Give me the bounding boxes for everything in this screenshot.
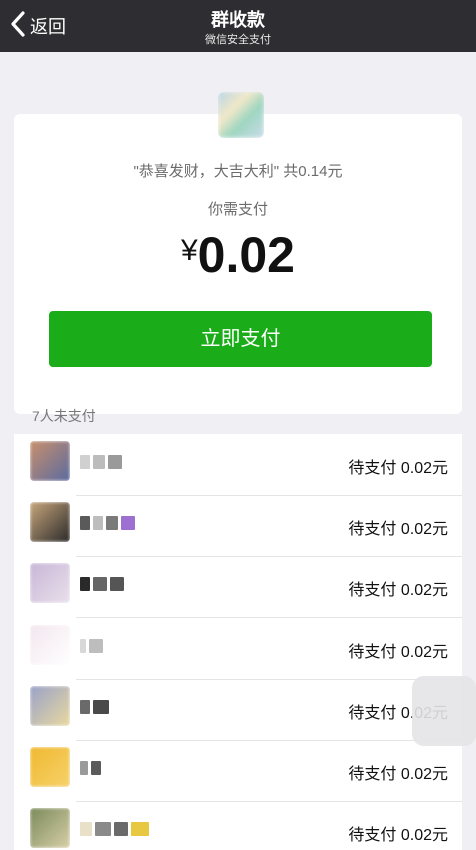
navigation-bar: 返回 群收款 微信安全支付 <box>0 0 476 52</box>
page-subtitle: 微信安全支付 <box>205 34 271 46</box>
avatar <box>30 441 70 481</box>
collection-description: "恭喜发财，大吉大利" 共0.14元 <box>133 163 343 180</box>
need-pay-label: 你需支付 <box>207 201 268 218</box>
member-name-redacted <box>80 819 149 839</box>
list-item[interactable]: 待支付 0.02元 <box>14 740 462 802</box>
payment-status: 待支付 0.02元 <box>348 521 448 538</box>
avatar <box>30 747 70 787</box>
payment-status: 待支付 0.02元 <box>348 582 448 599</box>
currency-symbol: ¥ <box>180 234 198 267</box>
amount-due: ¥0.02 <box>0 226 476 284</box>
pay-now-button[interactable]: 立即支付 <box>49 311 432 367</box>
page-title: 群收款 <box>211 10 265 30</box>
member-name-redacted <box>80 574 124 594</box>
member-name-redacted <box>80 636 103 656</box>
payment-status: 待支付 0.02元 <box>348 766 448 783</box>
avatar <box>30 686 70 726</box>
member-name-redacted <box>80 452 122 472</box>
avatar <box>218 92 264 138</box>
member-name-redacted <box>80 758 101 778</box>
avatar <box>30 625 70 665</box>
member-name-redacted <box>80 513 135 533</box>
floating-button[interactable] <box>412 676 476 746</box>
unpaid-member-list: 待支付 0.02元 待支付 0.02元 待支付 0.02元 待支付 0.02元 待支付 … <box>14 434 462 850</box>
list-item[interactable]: 待支付 0.02元 <box>14 434 462 496</box>
payment-status: 待支付 0.02元 <box>348 644 448 661</box>
list-item[interactable]: 待支付 0.02元 <box>14 556 462 618</box>
list-item[interactable]: 待支付 0.02元 <box>14 679 462 741</box>
avatar <box>30 563 70 603</box>
avatar <box>30 808 70 848</box>
list-item[interactable]: 待支付 0.02元 <box>14 618 462 680</box>
list-item[interactable]: 待支付 0.02元 <box>14 801 462 850</box>
amount-value: 0.02 <box>197 227 295 283</box>
member-name-redacted <box>80 697 109 717</box>
payment-status: 待支付 0.02元 <box>348 827 448 844</box>
payment-status: 待支付 0.02元 <box>348 460 448 477</box>
avatar <box>30 502 70 542</box>
unpaid-count-header: 7人未支付 <box>32 408 96 424</box>
list-item[interactable]: 待支付 0.02元 <box>14 495 462 557</box>
